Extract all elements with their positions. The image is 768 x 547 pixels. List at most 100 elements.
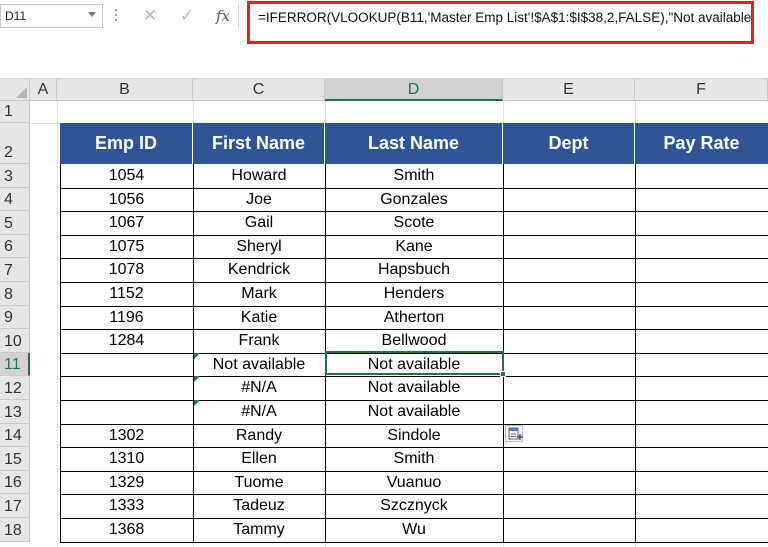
cell-first-name[interactable]: Tuome [193, 471, 325, 495]
cell-emp-id[interactable]: 1078 [60, 258, 193, 282]
cell-emp-id[interactable]: 1310 [60, 447, 193, 471]
cell-pay-rate[interactable] [635, 376, 768, 400]
row-header-17[interactable]: 17 [0, 494, 30, 518]
row-header-4[interactable]: 4 [0, 187, 30, 212]
row-header-18[interactable]: 18 [0, 518, 30, 542]
cell-emp-id[interactable]: 1056 [60, 188, 193, 212]
cell-emp-id[interactable]: 1284 [60, 329, 193, 353]
row-header-10[interactable]: 10 [0, 329, 30, 353]
cell-dept[interactable] [503, 353, 635, 377]
cell-dept[interactable] [503, 518, 635, 542]
fill-handle[interactable] [500, 371, 506, 377]
cell-pay-rate[interactable] [635, 400, 768, 424]
row-header-12[interactable]: 12 [0, 376, 30, 400]
cell-last-name[interactable]: Sindole [325, 424, 503, 448]
column-header-a[interactable]: A [30, 79, 57, 101]
cell-first-name[interactable]: Tammy [193, 518, 325, 542]
cell-first-name[interactable]: Not available [193, 353, 325, 377]
cell-pay-rate[interactable] [635, 518, 768, 542]
row-header-13[interactable]: 13 [0, 400, 30, 424]
cell-first-name[interactable]: Katie [193, 306, 325, 330]
cell-first-name[interactable]: Mark [193, 282, 325, 306]
cell-pay-rate[interactable] [635, 188, 768, 212]
column-header-f[interactable]: F [635, 79, 768, 101]
cell-emp-id[interactable]: 1368 [60, 518, 193, 542]
error-indicator-icon[interactable] [193, 376, 200, 384]
close-icon[interactable]: ✕ [139, 6, 161, 26]
cell-pay-rate[interactable] [635, 447, 768, 471]
cell-dept[interactable] [503, 447, 635, 471]
cell-last-name[interactable]: Gonzales [325, 188, 503, 212]
row-header-6[interactable]: 6 [0, 234, 30, 259]
cell-first-name[interactable]: Frank [193, 329, 325, 353]
cell-last-name[interactable]: Hapsbuch [325, 258, 503, 282]
cell-pay-rate[interactable] [635, 494, 768, 518]
table-header-dept[interactable]: Dept [503, 123, 635, 164]
cell-pay-rate[interactable] [635, 471, 768, 495]
cell-emp-id[interactable] [60, 400, 193, 424]
cell-last-name[interactable]: Vuanuo [325, 471, 503, 495]
cell-pay-rate[interactable] [635, 235, 768, 259]
cell-last-name[interactable]: Szcznyck [325, 494, 503, 518]
cell-pay-rate[interactable] [635, 353, 768, 377]
cell-last-name[interactable]: Not available [325, 376, 503, 400]
table-header-emp-id[interactable]: Emp ID [60, 123, 193, 164]
cell-dept[interactable] [503, 376, 635, 400]
cell-last-name[interactable]: Smith [325, 447, 503, 471]
row-header-3[interactable]: 3 [0, 164, 30, 188]
error-indicator-icon[interactable] [193, 352, 200, 360]
column-header-e[interactable]: E [503, 79, 635, 101]
cell-first-name[interactable]: Gail [193, 211, 325, 235]
cell-first-name[interactable]: Joe [193, 188, 325, 212]
row-header-5[interactable]: 5 [0, 211, 30, 235]
cell-pay-rate[interactable] [635, 258, 768, 282]
cell-emp-id[interactable]: 1333 [60, 494, 193, 518]
cell-last-name[interactable]: Henders [325, 282, 503, 306]
insert-function-icon[interactable]: fx [212, 6, 234, 26]
cell-last-name[interactable]: Smith [325, 164, 503, 188]
cell-last-name[interactable]: Wu [325, 518, 503, 542]
column-header-b[interactable]: B [57, 79, 193, 101]
table-header-pay-rate[interactable]: Pay Rate [635, 123, 768, 164]
cell-first-name[interactable]: #N/A [193, 376, 325, 400]
cell-last-name[interactable]: Kane [325, 235, 503, 259]
row-header-1[interactable]: 1 [0, 101, 30, 123]
cell-emp-id[interactable]: 1302 [60, 424, 193, 448]
cell-emp-id[interactable] [60, 376, 193, 400]
cell-first-name[interactable]: Randy [193, 424, 325, 448]
cell-first-name[interactable]: Sheryl [193, 235, 325, 259]
cell-last-name[interactable]: Atherton [325, 306, 503, 330]
cell-dept[interactable] [503, 494, 635, 518]
cell-first-name[interactable]: Tadeuz [193, 494, 325, 518]
name-box[interactable]: D11 [0, 4, 103, 28]
cell-emp-id[interactable]: 1067 [60, 211, 193, 235]
cell-dept[interactable] [503, 282, 635, 306]
cell-pay-rate[interactable] [635, 424, 768, 448]
row-header-7[interactable]: 7 [0, 258, 30, 282]
cell-first-name[interactable]: Howard [193, 164, 325, 188]
check-icon[interactable]: ✓ [176, 6, 198, 26]
formula-input[interactable]: =IFERROR(VLOOKUP(B11,'Master Emp List'!$… [247, 1, 754, 44]
cell-emp-id[interactable]: 1152 [60, 282, 193, 306]
cell-pay-rate[interactable] [635, 164, 768, 188]
cell-first-name[interactable]: Ellen [193, 447, 325, 471]
cell-emp-id[interactable]: 1054 [60, 164, 193, 188]
cell-first-name[interactable]: #N/A [193, 400, 325, 424]
cell-dept[interactable] [503, 164, 635, 188]
cell-dept[interactable] [503, 471, 635, 495]
cell-pay-rate[interactable] [635, 306, 768, 330]
cell-dept[interactable] [503, 306, 635, 330]
cell-emp-id[interactable] [60, 353, 193, 377]
cell-emp-id[interactable]: 1196 [60, 306, 193, 330]
table-header-last-name[interactable]: Last Name [325, 123, 503, 164]
cell-pay-rate[interactable] [635, 329, 768, 353]
cell-dept[interactable] [503, 235, 635, 259]
column-header-d[interactable]: D [325, 79, 503, 101]
cell-emp-id[interactable]: 1329 [60, 471, 193, 495]
row-header-9[interactable]: 9 [0, 305, 30, 330]
cell-pay-rate[interactable] [635, 211, 768, 235]
cell-last-name[interactable]: Not available [325, 400, 503, 424]
row-header-11[interactable]: 11 [0, 352, 30, 377]
cell-dept[interactable] [503, 258, 635, 282]
row-header-2[interactable]: 2 [0, 123, 30, 164]
